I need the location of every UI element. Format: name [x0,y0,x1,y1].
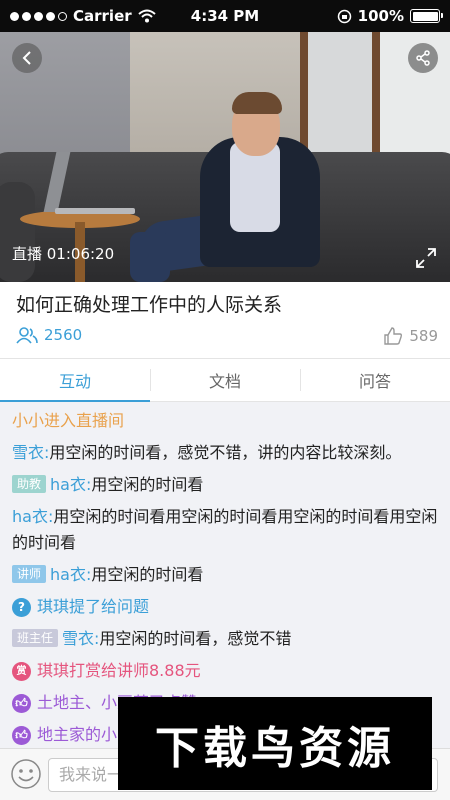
chat-text: 用空闲的时间看 [91,475,204,494]
like-button[interactable]: 589 [383,326,438,346]
reward-notice-text: 琪琪打赏给讲师8.88元 [37,661,201,680]
chat-message: 讲师 ha衣:用空闲的时间看 [12,562,438,588]
status-bar: Carrier 4:34 PM 100% [0,0,450,32]
video-scene-person-hair [232,92,282,114]
tab-bar: 互动 文档 问答 [0,358,450,402]
chat-username[interactable]: ha衣: [50,475,91,494]
emoji-icon[interactable] [10,758,42,790]
tab-interaction[interactable]: 互动 [0,359,150,402]
chat-text: 用空闲的时间看用空闲的时间看用空闲的时间看用空闲的时间看 [12,507,438,552]
chat-question-notice[interactable]: ? 琪琪提了给问题 [12,594,438,620]
chat-enter-notice: 小小进入直播间 [12,411,125,430]
video-scene-laptop [55,208,135,214]
video-scene-person-lowerleg [130,232,170,282]
chat-message: 班主任 雪衣:用空闲的时间看，感觉不错 [12,626,438,652]
role-badge-monitor: 班主任 [12,629,59,647]
tab-documents[interactable]: 文档 [150,359,300,401]
video-scene-window [300,32,380,172]
video-player[interactable]: 直播 01:06:20 [0,32,450,282]
battery-group: 100% [337,7,443,25]
reward-icon: 赏 [12,661,31,681]
chat-message: 助教 ha衣:用空闲的时间看 [12,472,438,498]
chat-message: ha衣:用空闲的时间看用空闲的时间看用空闲的时间看用空闲的时间看 [12,504,438,556]
chat-username[interactable]: 雪衣: [62,629,99,648]
live-duration: 直播 01:06:20 [12,245,115,263]
back-button[interactable] [12,43,42,73]
chevron-left-icon [22,51,31,65]
viewer-count-value: 2560 [44,326,83,344]
people-icon [16,327,38,344]
fullscreen-icon[interactable] [414,246,438,270]
thumbs-up-icon: 👍︎ [12,693,31,713]
chat-text: 用空闲的时间看 [91,565,204,584]
chat-text: 用空闲的时间看，感觉不错，讲的内容比较深刻。 [49,443,402,462]
like-count: 589 [409,327,438,345]
video-scene-sofa-arm [0,182,35,282]
chat-username[interactable]: ha衣: [12,507,53,526]
thumbs-up-icon [384,327,403,345]
question-notice-text: 琪琪提了给问题 [37,597,150,616]
role-badge-assistant: 助教 [12,475,47,493]
role-badge-teacher: 讲师 [12,565,47,583]
viewer-count: 2560 [16,326,82,344]
tab-qa[interactable]: 问答 [300,359,450,401]
share-button[interactable] [408,43,438,73]
thumbs-up-icon: 👍︎ [12,725,31,745]
course-title: 如何正确处理工作中的人际关系 [16,294,283,316]
battery-icon [410,9,443,23]
question-icon: ? [12,597,31,617]
share-icon [416,50,430,66]
orientation-lock-icon [337,9,351,23]
chat-username[interactable]: 雪衣: [12,443,49,462]
watermark-banner: 下载鸟资源 [118,697,432,790]
chat-message: 雪衣:用空闲的时间看，感觉不错，讲的内容比较深刻。 [12,440,438,466]
chat-text: 用空闲的时间看，感觉不错 [99,629,292,648]
like-notice-text: 地主家的小 [37,725,118,744]
battery-percent: 100% [357,7,404,25]
chat-reward-notice: 赏 琪琪打赏给讲师8.88元 [12,658,438,684]
chat-username[interactable]: ha衣: [50,565,91,584]
